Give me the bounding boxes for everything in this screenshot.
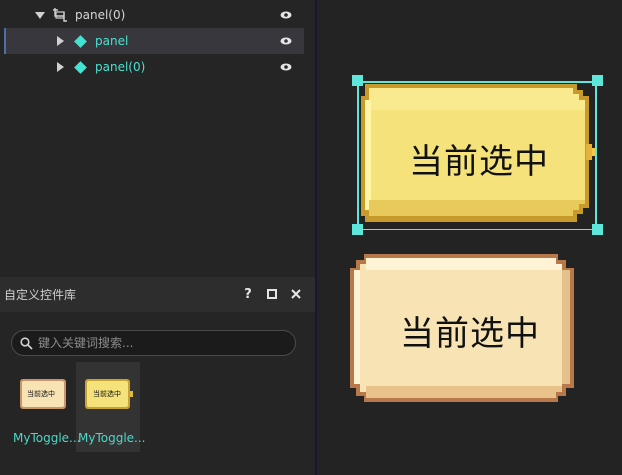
toggle-selected[interactable]: 当前选中 <box>352 75 603 235</box>
toggle-unselected[interactable]: 当前选中 <box>348 252 578 404</box>
toggle-unselected-label: 当前选中 <box>400 314 540 354</box>
toggle-selected-label: 当前选中 <box>409 142 549 182</box>
resize-handle-bottom-left[interactable] <box>352 224 363 235</box>
library-item-label: MyToggle... <box>13 431 81 445</box>
search-icon <box>20 337 33 350</box>
tree-item-label: panel(0) <box>95 60 146 74</box>
search-input[interactable] <box>38 335 288 351</box>
node-diamond-icon <box>74 34 87 48</box>
thumbnail-text: 当前选中 <box>27 390 55 398</box>
tree-item-group[interactable]: panel(0) <box>4 2 304 28</box>
chevron-down-icon[interactable] <box>35 11 45 19</box>
hierarchy-tree: panel(0) panel panel(0) <box>0 0 315 275</box>
left-panel: panel(0) panel panel(0) 自定义控件库 ? 键入关键词搜索… <box>0 0 315 475</box>
tree-item-panel-0[interactable]: panel(0) <box>4 54 304 80</box>
library-title: 自定义控件库 <box>4 288 77 302</box>
visibility-eye-icon[interactable] <box>280 63 292 71</box>
custom-control-library: 自定义控件库 ? 当前选中 <box>0 277 315 475</box>
tree-item-label: panel(0) <box>75 8 126 22</box>
maximize-button[interactable] <box>265 287 279 301</box>
tree-item-panel[interactable]: panel <box>4 28 304 54</box>
thumbnail-text: 当前选中 <box>93 390 121 398</box>
resize-handle-bottom-right[interactable] <box>592 224 603 235</box>
library-header: 自定义控件库 ? <box>0 277 315 312</box>
tree-item-label: panel <box>95 34 129 48</box>
design-canvas[interactable]: 当前选中 当前选中 <box>317 0 622 475</box>
resize-handle-top-left[interactable] <box>352 75 363 86</box>
close-icon <box>291 289 301 299</box>
search-box[interactable] <box>11 330 296 356</box>
help-button[interactable]: ? <box>241 287 255 302</box>
resize-handle-top-right[interactable] <box>592 75 603 86</box>
library-item-label: MyToggle... <box>78 431 146 445</box>
chevron-right-icon[interactable] <box>57 62 64 72</box>
node-diamond-icon <box>74 60 87 74</box>
maximize-icon <box>267 289 277 299</box>
close-button[interactable] <box>289 287 303 301</box>
visibility-eye-icon[interactable] <box>280 37 292 45</box>
chevron-right-icon[interactable] <box>57 36 64 46</box>
group-node-icon <box>53 8 67 22</box>
visibility-eye-icon[interactable] <box>280 11 292 19</box>
